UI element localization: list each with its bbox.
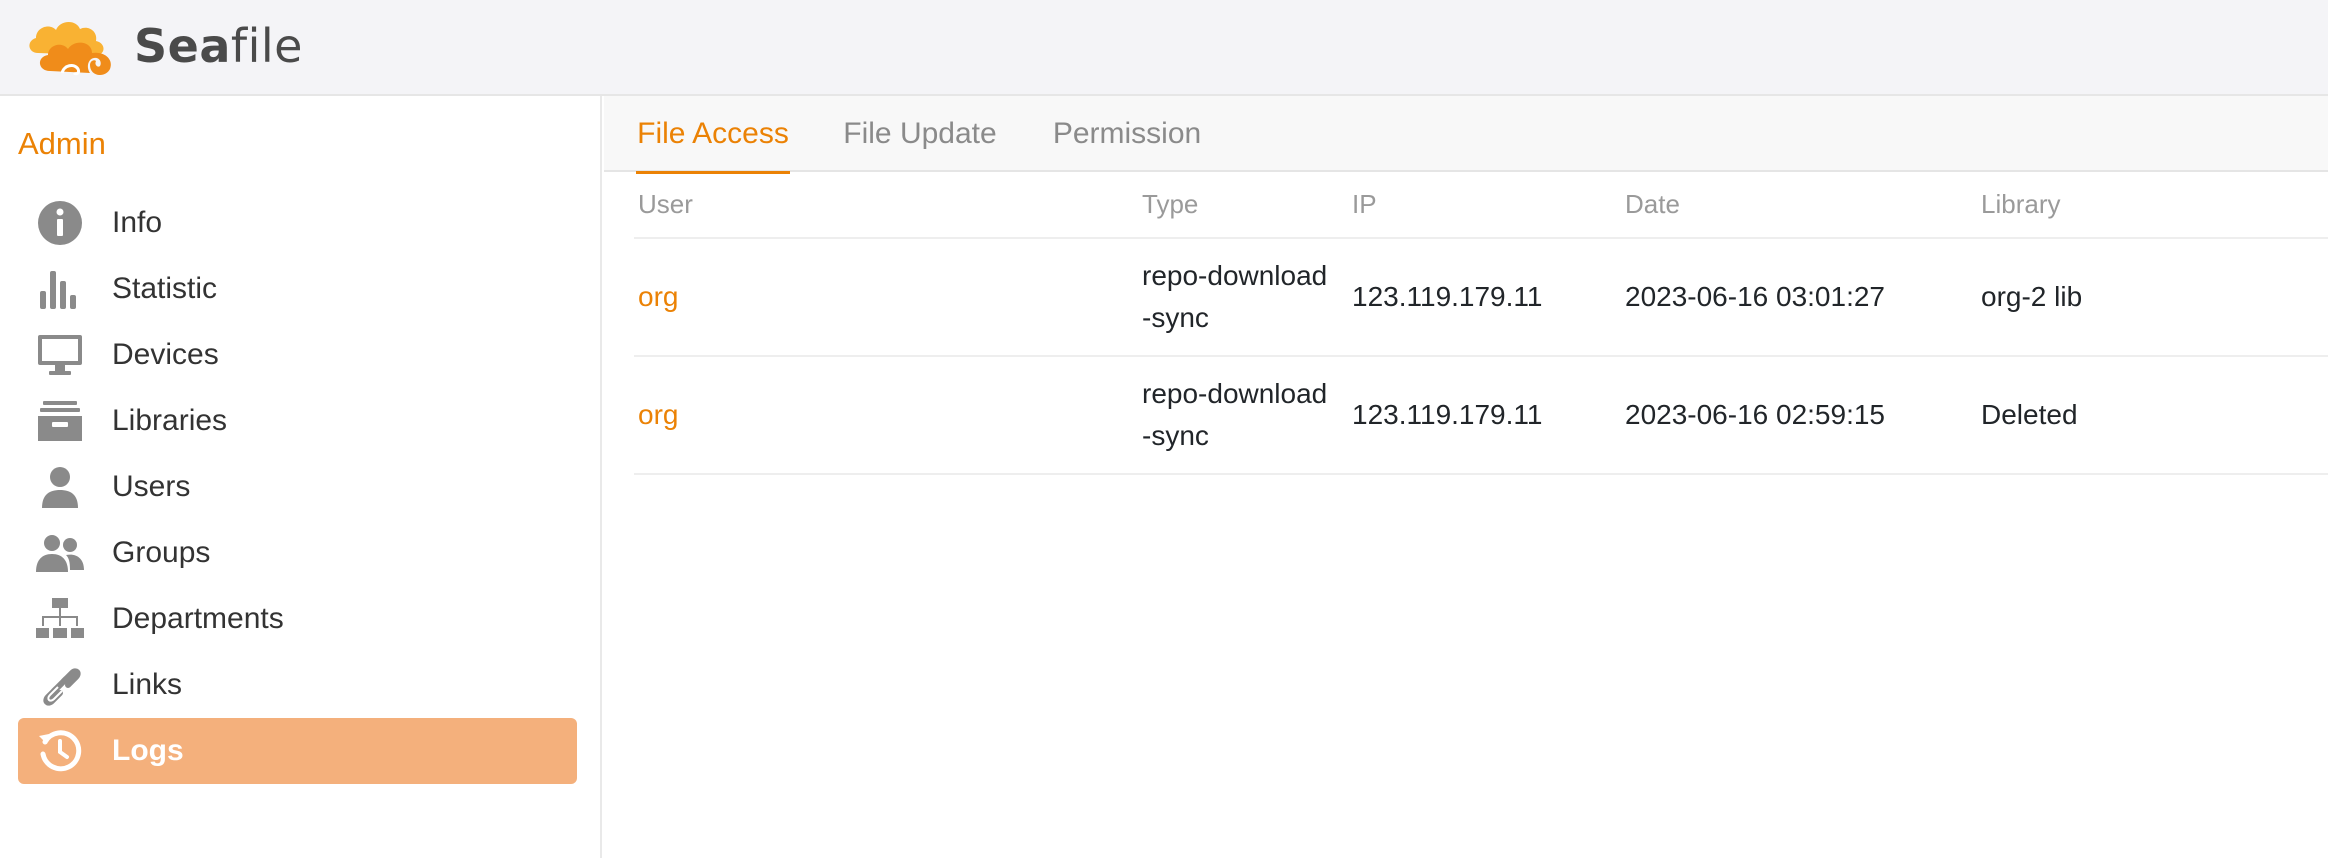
bar-chart-icon [36,265,84,313]
sidebar-item-label: Links [112,668,183,701]
archive-icon [36,397,84,445]
column-header-ip: IP [1348,172,1621,239]
seafile-logo[interactable]: Seafile [24,12,303,80]
user-cell: org [634,356,1138,475]
table-header-row: User Type IP Date Library [634,172,2328,239]
sidebar-item-libraries[interactable]: Libraries [18,388,577,454]
type-text: repo-download [1142,260,1328,291]
user-icon [36,463,84,511]
sidebar-item-label: Devices [112,338,219,371]
sidebar-item-label: Info [112,206,163,239]
user-link[interactable]: org [638,281,678,312]
sidebar-item-label: Groups [112,536,211,569]
sidebar-heading: Admin [18,126,106,161]
date-cell: 2023-06-16 03:01:27 [1621,238,1977,357]
admin-sidebar: Admin Info Statistic Devices Libraries U… [0,96,602,858]
sidebar-item-label: Libraries [112,404,228,437]
column-header-library: Library [1977,172,2328,239]
sidebar-item-info[interactable]: Info [18,190,577,256]
type-text: -sync [1142,302,1209,333]
type-text: -sync [1142,420,1209,451]
sidebar-item-label: Departments [112,602,284,635]
column-header-type: Type [1138,172,1348,239]
group-icon [36,529,84,577]
org-chart-icon [36,595,84,643]
type-text: repo-download [1142,378,1328,409]
user-cell: org [634,238,1138,357]
table-row: org repo-download -sync 123.119.179.11 20… [634,356,2328,475]
sidebar-item-label: Logs [112,734,184,767]
log-tabs: File Access File Update Permission [604,96,2328,174]
sidebar-item-label: Statistic [112,272,218,305]
ip-cell: 123.119.179.11 [1348,356,1621,475]
user-link[interactable]: org [638,399,678,430]
ip-cell: 123.119.179.11 [1348,238,1621,357]
sidebar-item-statistic[interactable]: Statistic [18,256,577,322]
sidebar-item-departments[interactable]: Departments [18,586,577,652]
column-header-date: Date [1621,172,1977,239]
library-cell: org-2 lib [1977,238,2328,357]
monitor-icon [36,331,84,379]
tab-permission[interactable]: Permission [1050,96,1204,172]
tab-file-access[interactable]: File Access [636,96,790,174]
table-row: org repo-download -sync 123.119.179.11 20… [634,238,2328,357]
sidebar-item-links[interactable]: Links [18,652,577,718]
file-access-log-table: User Type IP Date Library org repo-downl… [634,172,2328,475]
seafile-wordmark: Seafile [134,19,303,73]
sidebar-item-label: Users [112,470,191,503]
type-cell: repo-download -sync [1138,238,1348,357]
sidebar-item-users[interactable]: Users [18,454,577,520]
info-icon [36,199,84,247]
column-header-user: User [634,172,1138,239]
tab-file-update[interactable]: File Update [840,96,1000,172]
sidebar-nav: Info Statistic Devices Libraries Users G… [18,190,577,784]
top-header: Seafile [0,0,2328,96]
sidebar-item-groups[interactable]: Groups [18,520,577,586]
sidebar-item-logs[interactable]: Logs [18,718,577,784]
library-cell: Deleted [1977,356,2328,475]
history-icon [36,727,84,775]
main-content: File Access File Update Permission User … [604,96,2328,858]
date-cell: 2023-06-16 02:59:15 [1621,356,1977,475]
sidebar-item-devices[interactable]: Devices [18,322,577,388]
seafile-cloud-logo-icon [29,21,111,76]
link-icon [36,661,84,709]
type-cell: repo-download -sync [1138,356,1348,475]
